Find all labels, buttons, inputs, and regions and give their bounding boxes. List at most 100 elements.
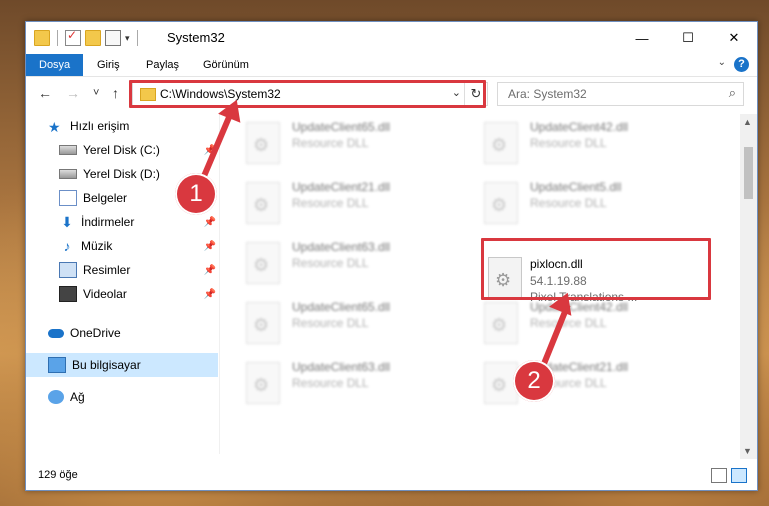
properties-check-icon[interactable] [65,28,81,46]
sidebar-item-videos[interactable]: Videolar 📌 [26,282,218,306]
file-description: Resource DLL [292,136,369,150]
drive-icon [59,145,77,155]
file-tile[interactable]: UpdateClient63.dll Resource DLL [226,354,451,406]
pin-icon[interactable]: 📌 [204,289,216,300]
dll-file-icon [246,122,280,164]
ribbon-tabs: Dosya Giriş Paylaş Görünüm ⌄ ? [26,54,757,77]
navigation-pane: ★ Hızlı erişim Yerel Disk (C:) 📌 Yerel D… [26,114,219,454]
search-icon[interactable]: ⌕ [729,85,736,101]
file-name: UpdateClient42.dll [530,120,629,134]
help-icon[interactable]: ? [734,57,749,72]
back-button[interactable]: ← [38,85,52,101]
minimize-button[interactable]: — [619,22,665,54]
dll-file-icon [246,242,280,284]
tab-home[interactable]: Giriş [84,54,133,76]
sidebar-item-label: Yerel Disk (C:) [83,143,160,157]
sidebar-item-label: Belgeler [83,191,128,205]
file-tile[interactable]: UpdateClient65.dll Resource DLL [226,294,451,346]
sidebar-item-quick-access[interactable]: ★ Hızlı erişim [26,114,218,138]
documents-icon [59,190,77,206]
sidebar-item-label: Yerel Disk (D:) [83,167,160,181]
rename-icon[interactable] [105,30,121,46]
dll-file-icon [246,362,280,404]
search-placeholder: Ara: System32 [508,87,587,101]
file-tile[interactable]: UpdateClient21.dll Resource DLL [464,354,689,406]
sidebar-item-onedrive[interactable]: OneDrive [26,321,218,345]
sidebar-item-label: Bu bilgisayar [72,358,141,372]
file-name: UpdateClient5.dll [530,180,622,194]
vertical-scrollbar[interactable]: ▲ ▼ [740,114,757,459]
up-button[interactable]: ↑ [112,85,119,101]
folder-icon[interactable] [34,30,50,46]
customize-toolbar-arrow-icon[interactable]: ▾ [125,33,130,44]
network-icon [48,390,64,404]
file-description: Resource DLL [530,196,607,210]
file-description: Resource DLL [292,376,369,390]
dll-file-icon [484,182,518,224]
sidebar-item-pictures[interactable]: Resimler 📌 [26,258,218,282]
details-view-icon[interactable] [711,468,727,483]
drive-icon [59,169,77,179]
status-bar: 129 öğe [26,460,757,490]
item-count: 129 öğe [38,469,78,481]
new-folder-icon[interactable] [85,30,101,46]
file-tile[interactable]: UpdateClient65.dll Resource DLL [226,114,451,166]
computer-icon [48,357,66,373]
recent-locations-button[interactable]: ˅ [93,87,99,99]
close-button[interactable]: ✕ [711,22,757,54]
sidebar-item-label: Videolar [83,287,127,301]
music-icon: ♪ [63,238,71,254]
window-controls: — ☐ ✕ [619,22,757,54]
file-name: UpdateClient63.dll [292,240,391,254]
file-tile[interactable]: UpdateClient63.dll Resource DLL [226,234,451,286]
sidebar-item-label: Resimler [83,263,131,277]
downloads-icon: ⬇ [61,214,73,230]
file-description: Resource DLL [530,136,607,150]
sidebar-item-this-pc[interactable]: Bu bilgisayar [26,353,218,377]
window-title: System32 [167,30,225,45]
toolbar-separator [136,30,138,46]
navigation-pane-divider[interactable] [219,114,220,454]
search-input[interactable]: Ara: System32 ⌕ [497,82,744,106]
sidebar-item-label: OneDrive [70,326,121,340]
maximize-button[interactable]: ☐ [665,22,711,54]
file-tile[interactable]: UpdateClient21.dll Resource DLL [226,174,451,226]
dll-file-icon [484,302,518,344]
tiles-view-icon[interactable] [731,468,747,483]
cloud-icon [48,328,64,338]
sidebar-item-label: Hızlı erişim [70,119,130,133]
pictures-icon [59,262,77,278]
tab-share[interactable]: Paylaş [133,54,192,76]
pin-icon[interactable]: 📌 [204,265,216,276]
file-description: Resource DLL [530,316,607,330]
sidebar-item-network[interactable]: Ağ [26,385,218,409]
file-tile[interactable]: UpdateClient42.dll Resource DLL [464,114,689,166]
star-icon: ★ [48,119,61,135]
file-description: Resource DLL [292,196,369,210]
sidebar-item-music[interactable]: ♪ Müzik 📌 [26,234,218,258]
step-marker-two: 2 [513,360,555,402]
dll-file-icon [484,122,518,164]
scroll-down-icon[interactable]: ▼ [743,446,752,456]
file-tile[interactable]: UpdateClient5.dll Resource DLL [464,174,689,226]
step-marker-one: 1 [175,173,217,215]
sidebar-item-label: İndirmeler [81,215,135,229]
expand-ribbon-icon[interactable]: ⌄ [718,57,726,68]
file-description: Resource DLL [292,316,369,330]
pin-icon[interactable]: 📌 [204,217,216,228]
title-bar: ▾ System32 — ☐ ✕ [26,22,757,54]
pin-icon[interactable]: 📌 [204,241,216,252]
scrollbar-thumb[interactable] [744,147,753,199]
quick-access-toolbar: ▾ [34,28,141,46]
sidebar-item-local-disk-c[interactable]: Yerel Disk (C:) 📌 [26,138,218,162]
file-name: UpdateClient65.dll [292,120,391,134]
tab-view[interactable]: Görünüm [190,54,262,76]
file-name: UpdateClient42.dll [530,300,629,314]
file-description: Resource DLL [292,256,369,270]
file-highlight [481,238,711,300]
dll-file-icon [246,182,280,224]
tab-file[interactable]: Dosya [26,54,83,76]
forward-button[interactable]: → [66,85,80,101]
scroll-up-icon[interactable]: ▲ [743,117,752,127]
sidebar-item-label: Müzik [81,239,113,253]
